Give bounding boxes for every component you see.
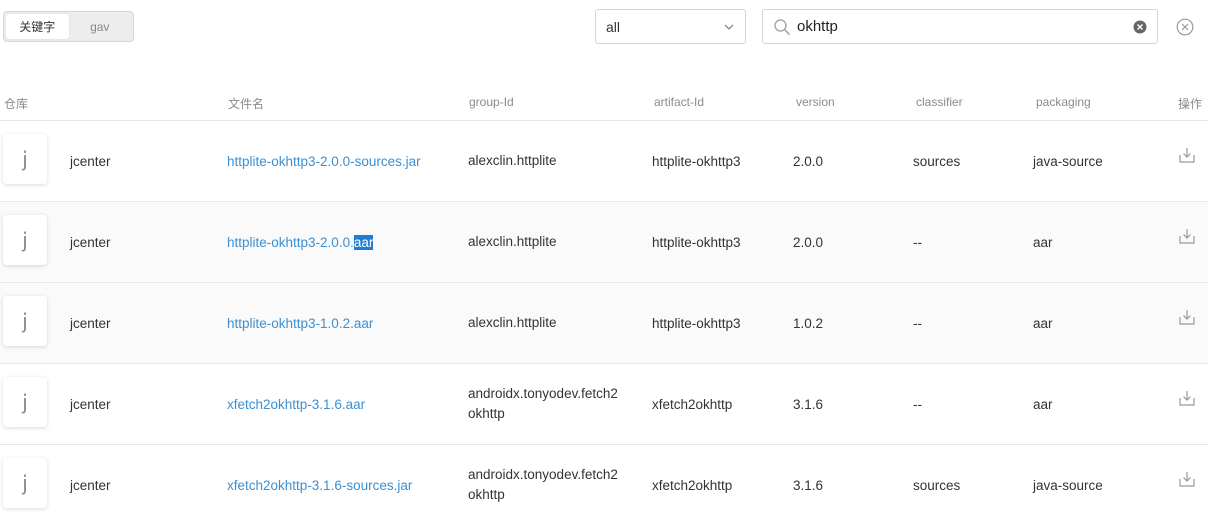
repo-cell: jcenter xyxy=(70,396,111,412)
download-icon[interactable] xyxy=(1178,389,1196,407)
col-filename: 文件名 xyxy=(228,97,265,111)
search-mode-toggle: 关键字 gav xyxy=(3,11,134,42)
download-icon[interactable] xyxy=(1178,227,1196,245)
table-row: j jcenter xfetch2okhttp-3.1.6.aar androi… xyxy=(0,364,1208,445)
group-id: androidx.tonyodev.fetch2 xyxy=(468,386,618,401)
table-row: j jcenter httplite-okhttp3-1.0.2.aar ale… xyxy=(0,283,1208,364)
classifier-cell: sources xyxy=(913,153,961,169)
col-action: 操作 xyxy=(1178,97,1203,111)
file-link[interactable]: xfetch2okhttp-3.1.6.aar xyxy=(227,397,365,412)
toolbar: 关键字 gav all xyxy=(0,0,1208,80)
file-link[interactable]: httplite-okhttp3-2.0.0.aar xyxy=(227,234,374,250)
col-group-id: group-Id xyxy=(469,95,514,109)
repository-select[interactable]: all xyxy=(595,9,746,44)
packaging-cell: aar xyxy=(1033,234,1053,250)
file-link[interactable]: httplite-okhttp3-1.0.2.aar xyxy=(227,316,373,331)
packaging-cell: aar xyxy=(1033,396,1053,412)
search-box xyxy=(762,9,1158,44)
search-input[interactable] xyxy=(797,18,1133,35)
packaging-cell: aar xyxy=(1033,315,1053,331)
repo-avatar: j xyxy=(3,134,47,184)
classifier-cell: -- xyxy=(913,234,922,250)
close-circle-icon[interactable] xyxy=(1176,18,1194,36)
version-cell: 3.1.6 xyxy=(793,477,824,493)
repo-avatar: j xyxy=(3,296,47,346)
artifact-cell: httplite-okhttp3 xyxy=(652,234,741,250)
artifact-cell: httplite-okhttp3 xyxy=(652,153,741,169)
file-link[interactable]: xfetch2okhttp-3.1.6-sources.jar xyxy=(227,478,412,493)
clear-icon[interactable] xyxy=(1133,20,1147,34)
table-row: j jcenter httplite-okhttp3-2.0.0-sources… xyxy=(0,121,1208,202)
chevron-down-icon xyxy=(724,24,734,30)
artifact-cell: xfetch2okhttp xyxy=(652,477,733,493)
repo-cell: jcenter xyxy=(70,234,111,250)
col-classifier: classifier xyxy=(916,95,963,109)
results-table: 仓库 文件名 group-Id artifact-Id version clas… xyxy=(0,80,1208,525)
group-cell: androidx.tonyodev.fetch2 okhttp xyxy=(468,445,618,525)
artifact-cell: httplite-okhttp3 xyxy=(652,315,741,331)
repo-avatar: j xyxy=(3,215,47,265)
file-link[interactable]: httplite-okhttp3-2.0.0-sources.jar xyxy=(227,154,421,169)
group-cell: androidx.tonyodev.fetch2 okhttp xyxy=(468,364,618,444)
mode-gav-button[interactable]: gav xyxy=(69,14,132,39)
classifier-cell: -- xyxy=(913,315,922,331)
download-icon[interactable] xyxy=(1178,470,1196,488)
repository-select-value: all xyxy=(606,18,621,35)
col-version: version xyxy=(796,95,835,109)
classifier-cell: sources xyxy=(913,477,961,493)
group-id-wrap: okhttp xyxy=(468,487,505,502)
group-cell: alexclin.httplite xyxy=(468,283,557,363)
packaging-cell: java-source xyxy=(1033,153,1103,169)
repo-avatar: j xyxy=(3,458,47,508)
group-cell: alexclin.httplite xyxy=(468,121,557,201)
group-id: androidx.tonyodev.fetch2 xyxy=(468,467,618,482)
col-packaging: packaging xyxy=(1036,95,1091,109)
group-id: alexclin.httplite xyxy=(468,315,557,330)
download-icon[interactable] xyxy=(1178,146,1196,164)
search-icon xyxy=(774,18,790,35)
col-repo: 仓库 xyxy=(4,97,29,111)
group-id-wrap: okhttp xyxy=(468,406,505,421)
file-name-text: httplite-okhttp3-2.0.0. xyxy=(227,234,354,250)
version-cell: 2.0.0 xyxy=(793,234,824,250)
repo-cell: jcenter xyxy=(70,477,111,493)
download-icon[interactable] xyxy=(1178,308,1196,326)
version-cell: 3.1.6 xyxy=(793,396,824,412)
group-cell: alexclin.httplite xyxy=(468,202,557,282)
table-row: j jcenter httplite-okhttp3-2.0.0.aar ale… xyxy=(0,202,1208,283)
artifact-cell: xfetch2okhttp xyxy=(652,396,733,412)
group-id: alexclin.httplite xyxy=(468,153,557,168)
group-id: alexclin.httplite xyxy=(468,234,557,249)
version-cell: 2.0.0 xyxy=(793,153,824,169)
classifier-cell: -- xyxy=(913,396,922,412)
col-artifact-id: artifact-Id xyxy=(654,95,705,109)
repo-avatar: j xyxy=(3,377,47,427)
table-row: j jcenter xfetch2okhttp-3.1.6-sources.ja… xyxy=(0,445,1208,525)
packaging-cell: java-source xyxy=(1033,477,1103,493)
mode-keyword-button[interactable]: 关键字 xyxy=(6,14,69,39)
repo-cell: jcenter xyxy=(70,315,111,331)
repo-cell: jcenter xyxy=(70,153,111,169)
version-cell: 1.0.2 xyxy=(793,315,824,331)
table-header: 仓库 文件名 group-Id artifact-Id version clas… xyxy=(0,80,1208,121)
selected-text: aar xyxy=(353,234,374,250)
